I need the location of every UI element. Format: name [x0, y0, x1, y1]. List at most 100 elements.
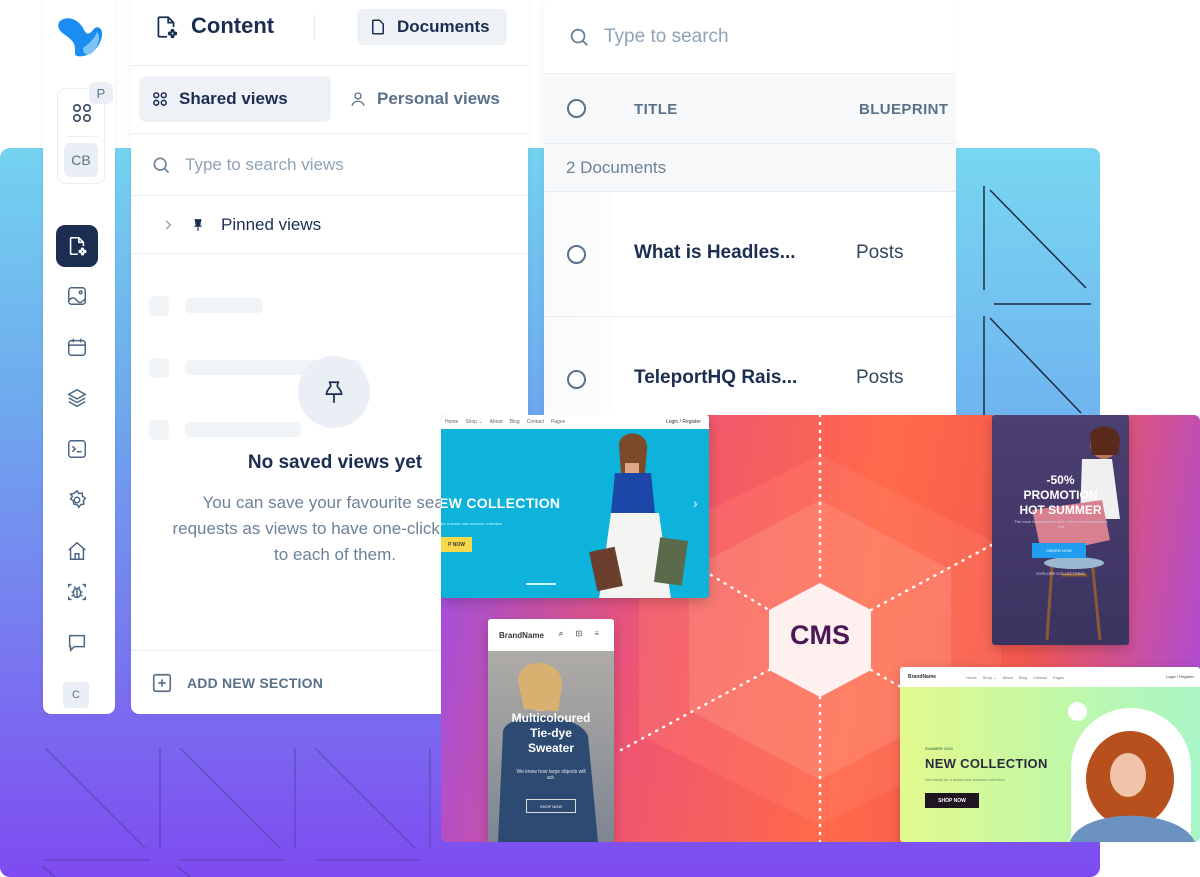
views-header: Content Documents: [131, 0, 528, 66]
row-title[interactable]: TeleportHQ Rais...: [634, 367, 797, 389]
login-link: Login / Register: [1165, 674, 1194, 679]
divider: [314, 14, 315, 40]
tab-label: Personal views: [377, 89, 500, 108]
tab-shared-views[interactable]: Shared views: [139, 76, 331, 122]
select-all-radio[interactable]: [567, 99, 586, 118]
model-photo: [1032, 426, 1120, 641]
row-title[interactable]: What is Headles...: [634, 242, 796, 264]
cms-illustration: CMS Home Shop ⌄ About Blog Contact Pages…: [441, 415, 1200, 842]
calendar-icon: [68, 338, 86, 356]
bug-icon: [68, 583, 86, 601]
column-header-title[interactable]: TITLE: [634, 101, 678, 118]
documents-search-input[interactable]: [604, 25, 924, 48]
table-row[interactable]: What is Headles... Posts: [544, 192, 956, 317]
table-row[interactable]: TeleportHQ Rais... Posts: [544, 317, 956, 416]
chat-icon: [68, 634, 86, 653]
layers-icon: [67, 388, 87, 408]
headline-line: Tie-dye: [530, 726, 572, 740]
project-badge[interactable]: P: [89, 82, 113, 104]
pinned-views-row[interactable]: Pinned views: [131, 196, 528, 254]
promo-cta: ORDER NOW: [1032, 543, 1086, 558]
chevron-right-icon: ›: [693, 495, 698, 511]
nav-link: Shop ⌄: [465, 419, 483, 425]
card-subtext: Get ready for a brand new summer collect…: [925, 777, 1005, 782]
skeleton-block: [149, 420, 169, 440]
row-radio[interactable]: [567, 370, 586, 389]
nav-link: Blog: [1019, 674, 1028, 680]
card-kicker: SUMMER 2020: [925, 746, 953, 751]
terminal-icon: [68, 440, 86, 458]
image-icon: [68, 287, 86, 305]
promo-headline: -50% PROMOTION HOT SUMMER: [992, 473, 1129, 518]
promo-link: EXPLORE COLLECTIONS: [1036, 571, 1085, 576]
divider: [66, 136, 98, 137]
user-icon: [351, 92, 365, 106]
column-header-blueprint[interactable]: BLUEPRINT: [859, 101, 948, 118]
promo-line: -50%: [1046, 473, 1075, 487]
nav-links: Home Shop ⌄ About Blog Contact Pages: [966, 675, 1064, 680]
rail-item-debug[interactable]: [56, 571, 98, 613]
mini-nav: BrandName Home Shop ⌄ About Blog Contact…: [900, 667, 1200, 687]
brand-name: BrandName: [908, 674, 937, 680]
documents-search: [544, 0, 956, 74]
rail-item-terminal[interactable]: [56, 428, 98, 470]
rail-item-layers[interactable]: [56, 377, 98, 419]
card-cta: SHOP NOW: [925, 793, 979, 808]
row-select-cell: [544, 317, 612, 416]
row-radio[interactable]: [567, 245, 586, 264]
row-blueprint: Posts: [856, 367, 904, 388]
card-headline: NEW COLLECTION: [925, 756, 1048, 771]
views-search: [131, 134, 528, 196]
card-subtext: for a brand new summer collection: [441, 521, 503, 526]
card-cta: SHOP NOW: [526, 799, 576, 813]
decor-tile: [956, 148, 1100, 418]
pin-icon: [193, 218, 203, 231]
nav-icons: ⌕ ⊡ ≡: [558, 629, 604, 638]
views-search-input[interactable]: [185, 154, 485, 175]
pin-icon: [325, 381, 343, 403]
skeleton-block: [149, 358, 169, 378]
chevron-right-icon: [165, 219, 172, 230]
nav-link: Pages: [1052, 674, 1065, 680]
promo-line: HOT SUMMER: [1019, 503, 1102, 517]
nav-link: Blog: [509, 419, 520, 425]
login-link: Login / Register: [665, 419, 701, 425]
brand-name: BrandName: [499, 630, 544, 640]
content-icon: [153, 14, 179, 40]
nav-link: Home: [966, 674, 977, 680]
rail-item-home[interactable]: [56, 530, 98, 572]
card-subtext: We know how large objects will act.: [516, 769, 586, 781]
documents-button[interactable]: Documents: [357, 9, 507, 45]
user-avatar[interactable]: C: [63, 682, 89, 708]
gear-icon: [69, 489, 87, 509]
mobile-preview-card: BrandName ⌕ ⊡ ≡ Multicoloured Tie-dye Sw…: [488, 619, 614, 842]
rail-item-settings[interactable]: [56, 479, 98, 521]
plus-square-icon: [152, 673, 172, 692]
promo-preview-card: -50% PROMOTION HOT SUMMER The more impor…: [992, 415, 1129, 645]
grid-icon: [153, 92, 167, 106]
home-icon: [68, 541, 86, 560]
skeleton-block: [149, 296, 169, 316]
model-photo: [1070, 731, 1195, 842]
rail-item-content[interactable]: [56, 225, 98, 267]
nav-link: Shop ⌄: [982, 674, 997, 680]
tab-personal-views[interactable]: Personal views: [337, 76, 527, 122]
workspace-avatar[interactable]: CB: [64, 143, 98, 177]
row-blueprint: Posts: [856, 242, 904, 263]
rail-item-calendar[interactable]: [56, 326, 98, 368]
search-icon: [153, 157, 170, 173]
rail-item-feedback[interactable]: [56, 622, 98, 664]
documents-button-label: Documents: [397, 17, 490, 36]
nav-link: About: [1002, 674, 1014, 680]
skeleton-block: [185, 422, 301, 437]
document-icon: [372, 19, 384, 35]
nav-link: Contact: [1033, 674, 1047, 680]
rail-item-media[interactable]: [56, 275, 98, 317]
mini-nav: Home Shop ⌄ About Blog Contact Pages Log…: [441, 415, 709, 429]
app-logo[interactable]: [55, 12, 105, 62]
page-title: Content: [191, 13, 275, 38]
nav-link: Pages: [550, 419, 566, 425]
add-new-section-label: ADD NEW SECTION: [187, 674, 323, 691]
headline-line: Multicoloured: [511, 711, 591, 725]
table-header: TITLE BLUEPRINT: [544, 74, 956, 144]
